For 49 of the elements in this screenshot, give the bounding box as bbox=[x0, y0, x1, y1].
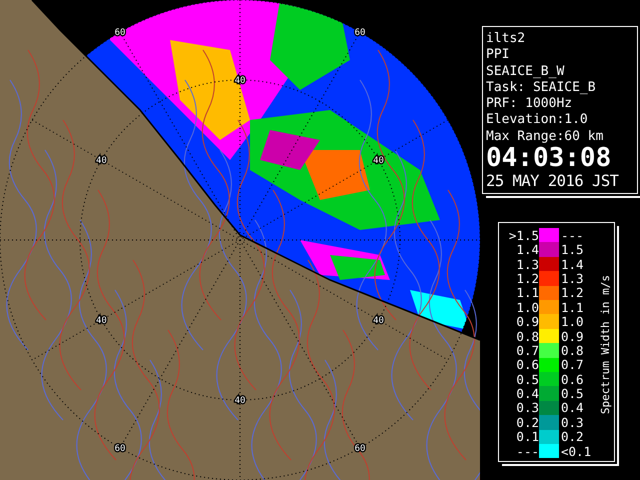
legend-value: 0.6 bbox=[515, 357, 539, 372]
legend-value: 0.7 bbox=[515, 342, 539, 358]
legend-value: 0.6 bbox=[560, 372, 585, 387]
legend-value: 0.4 bbox=[515, 386, 539, 402]
legend-value: 0.2 bbox=[515, 414, 539, 430]
legend-value: 1.0 bbox=[515, 300, 539, 315]
range-label: 60 bbox=[114, 444, 126, 454]
legend-value: 1.2 bbox=[560, 285, 585, 300]
legend-value: 1.0 bbox=[560, 314, 585, 330]
legend-value: 1.1 bbox=[560, 300, 585, 315]
range-label: 40 bbox=[96, 316, 107, 326]
range-label: 60 bbox=[354, 444, 366, 454]
legend-value: --- bbox=[515, 444, 539, 459]
date-text: 25 MAY 2016 JST bbox=[486, 171, 620, 192]
legend-value: 1.3 bbox=[515, 256, 539, 272]
legend-value: 0.5 bbox=[560, 386, 585, 402]
range-label: 40 bbox=[373, 316, 384, 326]
legend-value: --- bbox=[560, 228, 585, 243]
info-text: PPI bbox=[486, 47, 510, 64]
range-label: 40 bbox=[96, 156, 107, 166]
legend-value: 1.2 bbox=[515, 270, 539, 286]
legend-value: 0.8 bbox=[560, 342, 585, 358]
time-text: 04:03:08 bbox=[486, 145, 612, 172]
legend-value: 0.7 bbox=[560, 357, 585, 372]
legend-value: 0.5 bbox=[515, 372, 539, 387]
legend-value: 0.9 bbox=[515, 314, 539, 330]
legend-value: 0.1 bbox=[515, 429, 539, 444]
info-text: PRF: 1000Hz bbox=[486, 96, 574, 112]
info-text: Task: SEAICE_B bbox=[486, 80, 597, 96]
info-text: ilts2 bbox=[486, 31, 526, 48]
legend-value: 0.4 bbox=[560, 400, 585, 416]
info-text: SEAICE_B_W bbox=[486, 64, 566, 80]
range-label: 40 bbox=[234, 396, 246, 406]
legend-value: >1.5 bbox=[508, 228, 539, 243]
legend-value: 0.3 bbox=[515, 400, 539, 416]
legend-value: 1.5 bbox=[560, 242, 585, 258]
legend-value: 0.2 bbox=[560, 429, 585, 444]
legend-value: 1.3 bbox=[560, 270, 585, 286]
info-text: Elevation:1.0 bbox=[486, 112, 589, 129]
legend-value: 1.4 bbox=[515, 242, 539, 258]
legend-value: 1.4 bbox=[560, 256, 585, 272]
legend-value: 0.9 bbox=[560, 328, 585, 344]
range-label: 40 bbox=[373, 156, 384, 166]
legend-value: 1.1 bbox=[515, 285, 539, 300]
info-text: Max Range:60 km bbox=[486, 128, 604, 146]
legend-value: 0.8 bbox=[515, 328, 539, 344]
legend-value: <0.1 bbox=[560, 444, 592, 459]
legend-title: Spectrum Width in m/s bbox=[599, 275, 612, 414]
legend-value: 0.3 bbox=[560, 414, 585, 430]
